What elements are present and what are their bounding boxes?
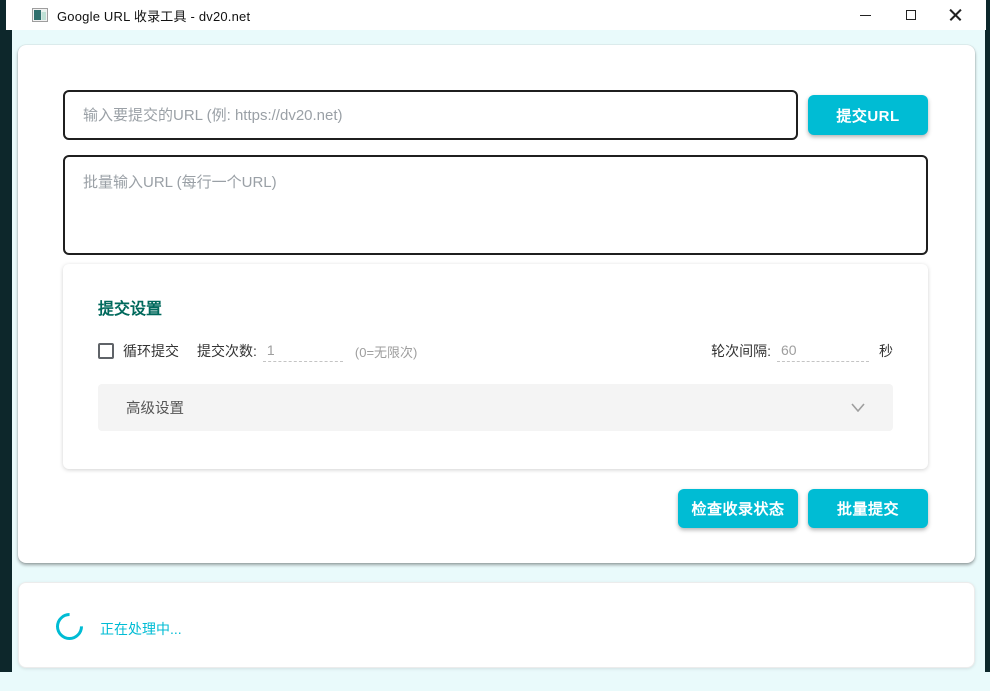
loop-submit-checkbox[interactable] <box>98 343 114 359</box>
batch-submit-button[interactable]: 批量提交 <box>808 489 928 528</box>
window-controls <box>843 0 978 30</box>
advanced-settings-toggle[interactable]: 高级设置 <box>98 384 893 431</box>
close-icon <box>949 9 962 22</box>
round-interval-input[interactable] <box>777 340 869 362</box>
advanced-settings-label: 高级设置 <box>126 397 184 418</box>
maximize-button[interactable] <box>888 0 933 30</box>
title-bar: Google URL 收录工具 - dv20.net <box>6 0 986 30</box>
maximize-icon <box>906 10 916 20</box>
processing-status-text: 正在处理中... <box>100 619 182 639</box>
submit-times-label: 提交次数: <box>197 341 257 361</box>
batch-url-textarea[interactable] <box>63 155 928 255</box>
app-window-icon <box>32 8 48 22</box>
window-title: Google URL 收录工具 - dv20.net <box>57 6 250 25</box>
check-index-status-button[interactable]: 检查收录状态 <box>678 489 798 528</box>
minimize-button[interactable] <box>843 0 888 30</box>
minimize-icon <box>860 15 871 16</box>
chevron-down-icon <box>851 403 865 412</box>
submit-url-button[interactable]: 提交URL <box>808 95 928 135</box>
round-interval-label: 轮次间隔: <box>711 341 771 361</box>
settings-left-group: 循环提交 提交次数: (0=无限次) <box>98 340 417 362</box>
close-button[interactable] <box>933 0 978 30</box>
submit-times-input[interactable] <box>263 340 343 362</box>
app-background-bottom <box>0 672 990 691</box>
settings-row: 循环提交 提交次数: (0=无限次) 轮次间隔: 秒 <box>98 338 893 364</box>
settings-right-group: 轮次间隔: 秒 <box>711 340 893 362</box>
round-interval-unit: 秒 <box>879 341 893 361</box>
loop-submit-label: 循环提交 <box>123 341 179 361</box>
url-input[interactable] <box>63 90 798 140</box>
app-window: Google URL 收录工具 - dv20.net 提交URL 提交设置 循环… <box>0 0 990 691</box>
submit-times-hint: (0=无限次) <box>355 342 417 361</box>
settings-card <box>63 264 928 469</box>
settings-heading: 提交设置 <box>98 295 162 319</box>
